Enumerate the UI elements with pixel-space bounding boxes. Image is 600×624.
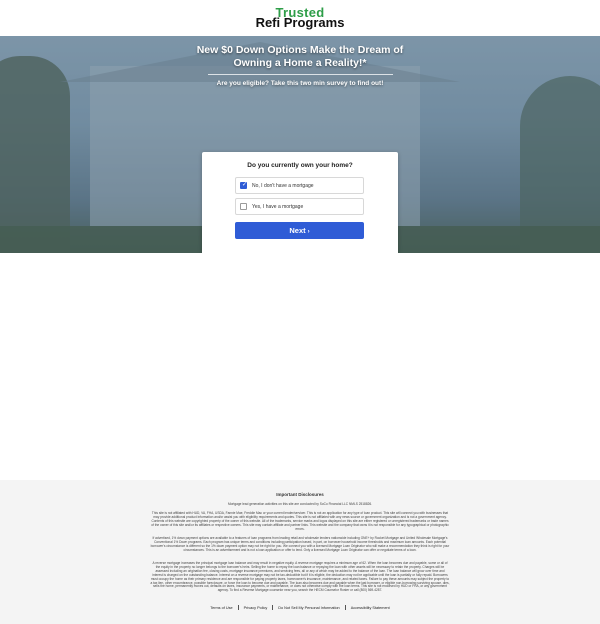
checkbox-checked-icon[interactable]: ✓ <box>240 182 247 189</box>
checkbox-empty-icon[interactable] <box>240 203 247 210</box>
option-label: Yes, I have a mortgage <box>252 204 304 210</box>
survey-card: Do you currently own your home? ✓ No, I … <box>202 152 398 253</box>
next-button-label: Next <box>289 226 306 235</box>
disclosure-reverse-mortgage: A reverse mortgage increases the princip… <box>150 561 450 593</box>
site-header: Trusted Refi Programs <box>0 0 600 36</box>
hero-subtitle: Are you eligible? Take this two min surv… <box>216 80 384 87</box>
link-accessibility-statement[interactable]: Accessibility Statement <box>347 606 394 610</box>
link-terms-of-use[interactable]: Terms of Use <box>206 606 236 610</box>
link-privacy-policy[interactable]: Privacy Policy <box>240 606 272 610</box>
link-separator <box>272 605 274 610</box>
disclosure-affiliation: This site is not affiliated with HUD, VA… <box>151 511 449 531</box>
link-separator <box>344 605 346 610</box>
checkmark-icon: ✓ <box>241 182 248 188</box>
option-no-mortgage[interactable]: ✓ No, I don't have a mortgage <box>235 177 364 194</box>
chevron-right-icon: › <box>307 229 310 235</box>
option-have-mortgage[interactable]: Yes, I have a mortgage <box>235 198 364 215</box>
link-do-not-sell[interactable]: Do Not Sell My Personal Information <box>274 606 343 610</box>
option-label: No, I don't have a mortgage <box>252 183 314 189</box>
link-separator <box>237 605 239 610</box>
survey-question: Do you currently own your home? <box>247 162 353 169</box>
footer-links: Terms of Use Privacy Policy Do Not Sell My… <box>0 605 600 610</box>
logo-refi-programs: Refi Programs <box>255 15 345 30</box>
hero-banner: New $0 Down Options Make the Dream of Ow… <box>0 36 600 253</box>
disclosure-nmls: Mortgage lead generation activities on t… <box>227 502 373 506</box>
disclosure-down-payment: If advertised, 1% down payment options a… <box>150 536 450 552</box>
disclosures-title: Important Disclosures <box>276 492 324 497</box>
hero-title: New $0 Down Options Make the Dream of Ow… <box>196 44 404 69</box>
next-button[interactable]: Next › <box>235 222 364 239</box>
hero-divider <box>208 74 393 75</box>
footer: Important Disclosures Mortgage lead gene… <box>0 480 600 624</box>
